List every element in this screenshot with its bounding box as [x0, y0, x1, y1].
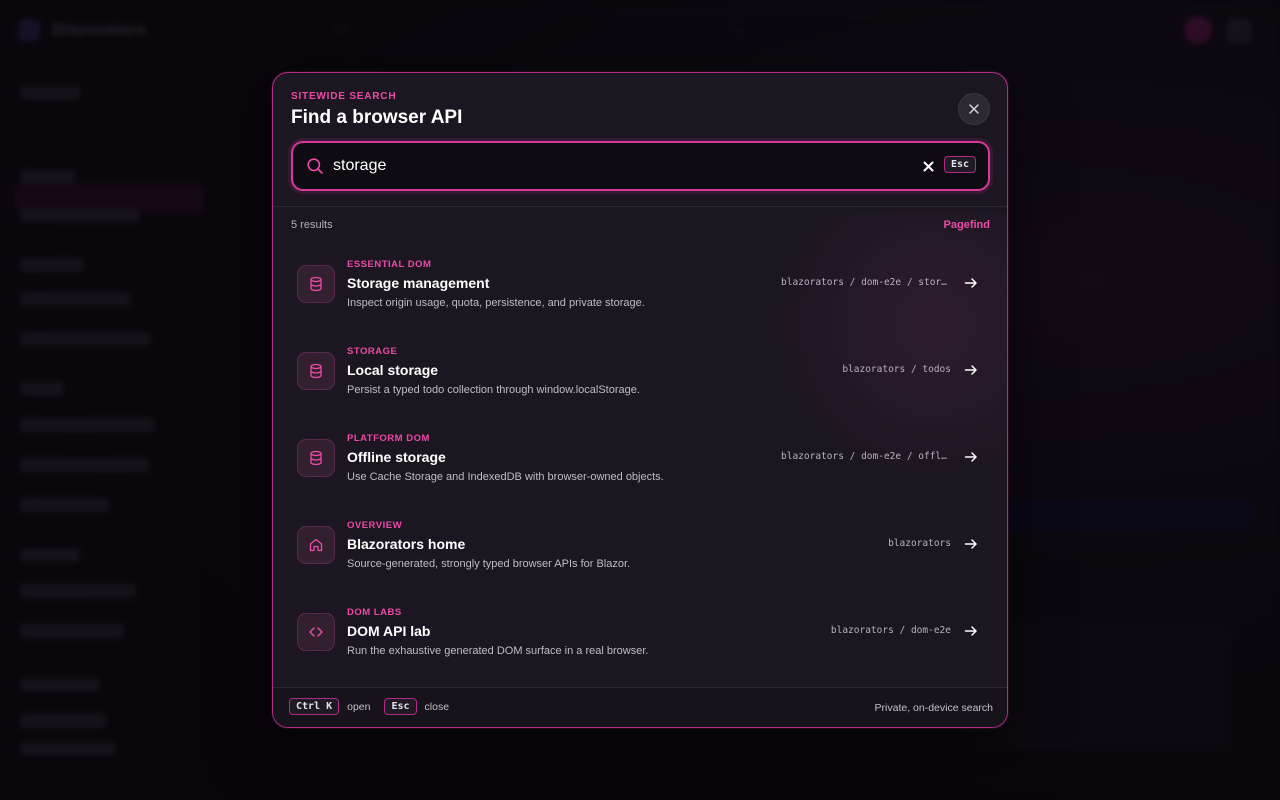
result-path: blazorators / dom-e2e [830, 625, 951, 636]
code-icon [309, 627, 323, 637]
result-title: Local storage [347, 362, 439, 378]
search-icon [307, 158, 323, 174]
results-list: ESSENTIAL DOM Storage management Inspect… [287, 245, 995, 680]
result-path: blazorators / dom-e2e / offline-storage [781, 451, 951, 462]
privacy-note: Private, on-device search [874, 702, 993, 714]
result-icon-tile [297, 265, 335, 303]
result-description: Use Cache Storage and IndexedDB with bro… [347, 471, 664, 483]
result-path: blazorators [888, 538, 951, 549]
search-input[interactable] [333, 153, 893, 179]
arrow-right-icon [964, 452, 977, 462]
search-result[interactable]: STORAGE Local storage Persist a typed to… [287, 332, 995, 419]
arrow-right-icon [964, 278, 977, 288]
clear-search-button[interactable] [918, 156, 938, 176]
close-button[interactable] [958, 93, 990, 125]
results-meta: 5 results Pagefind [291, 219, 990, 231]
result-description: Source-generated, strongly typed browser… [347, 558, 631, 570]
clear-icon [923, 161, 933, 171]
result-icon-tile [297, 352, 335, 390]
search-result[interactable]: DOM LABS DOM API lab Run the exhaustive … [287, 593, 995, 680]
modal-eyebrow: SITEWIDE SEARCH [291, 91, 397, 102]
result-title: Storage management [347, 275, 490, 291]
arrow-right-icon [964, 539, 977, 549]
database-icon [310, 276, 322, 292]
result-description: Run the exhaustive generated DOM surface… [347, 645, 649, 657]
close-shortcut-label: close [424, 700, 450, 713]
search-provider: Pagefind [943, 219, 990, 231]
modal-header: SITEWIDE SEARCH Find a browser API [291, 91, 462, 129]
database-icon [310, 450, 322, 466]
result-icon-tile [297, 439, 335, 477]
search-result[interactable]: OVERVIEW Blazorators home Source-generat… [287, 506, 995, 593]
result-title: Blazorators home [347, 536, 466, 552]
home-icon [309, 538, 323, 552]
search-result[interactable]: PLATFORM DOM Offline storage Use Cache S… [287, 419, 995, 506]
arrow-right-icon [964, 365, 977, 375]
result-count: 5 results [291, 219, 333, 231]
modal-title: Find a browser API [291, 107, 463, 128]
database-icon [310, 363, 322, 379]
open-shortcut-label: open [347, 700, 371, 713]
result-description: Inspect origin usage, quota, persistence… [347, 297, 645, 309]
result-category: PLATFORM DOM [347, 433, 430, 444]
result-category: OVERVIEW [347, 520, 403, 531]
result-description: Persist a typed todo collection through … [347, 384, 640, 396]
result-category: ESSENTIAL DOM [347, 259, 432, 270]
result-path: blazorators / todos [842, 364, 951, 375]
result-icon-tile [297, 613, 335, 651]
result-category: STORAGE [347, 346, 398, 357]
modal-footer: Ctrl K open Esc close Private, on-device… [273, 687, 1007, 727]
header-divider [273, 206, 1007, 207]
arrow-right-icon [964, 626, 977, 636]
result-category: DOM LABS [347, 607, 402, 618]
result-icon-tile [297, 526, 335, 564]
result-title: DOM API lab [347, 623, 431, 639]
keyboard-hints: Ctrl K open Esc close [289, 698, 463, 715]
result-path: blazorators / dom-e2e / storage-manageme… [781, 277, 951, 288]
search-field[interactable]: Esc [291, 141, 990, 191]
search-result[interactable]: ESSENTIAL DOM Storage management Inspect… [287, 245, 995, 332]
close-shortcut-key: Esc [384, 698, 417, 715]
esc-key-hint[interactable]: Esc [944, 156, 977, 173]
close-icon [969, 104, 979, 114]
open-shortcut-key: Ctrl K [289, 698, 340, 715]
result-title: Offline storage [347, 449, 446, 465]
search-modal: SITEWIDE SEARCH Find a browser API Esc 5… [272, 72, 1008, 728]
